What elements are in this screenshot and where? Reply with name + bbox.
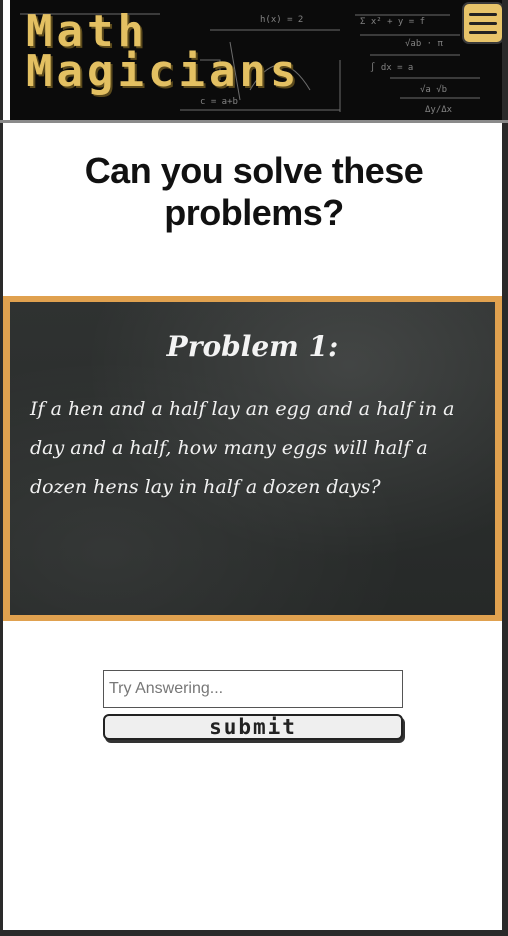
problem-heading: Problem 1: [166,330,339,363]
header-divider [0,120,508,123]
menu-bar [469,12,497,16]
chalkboard: Problem 1: If a hen and a half lay an eg… [10,302,495,615]
submit-button[interactable]: submit [103,714,403,740]
svg-text:c = a+b: c = a+b [200,97,238,107]
problem-text: If a hen and a half lay an egg and a hal… [30,398,455,498]
page-title: Can you solve these problems? [84,150,424,233]
svg-text:√a √b: √a √b [420,84,447,95]
logo-line-2: Magicians [26,46,301,97]
site-logo[interactable]: Math Magicians [26,10,301,97]
chalkboard-frame: Problem 1: If a hen and a half lay an eg… [3,296,502,621]
site-header: Σ x² + y = f √ab · π ∫ dx = a √a √b h(x)… [10,0,502,120]
menu-bar [469,21,497,25]
menu-bar [469,30,497,34]
answer-input[interactable] [103,670,403,708]
hamburger-menu-icon[interactable] [462,2,502,44]
svg-text:Σ x² + y = f: Σ x² + y = f [360,17,425,27]
svg-text:√ab · π: √ab · π [405,38,444,49]
svg-text:Δy/Δx: Δy/Δx [425,105,453,115]
svg-text:∫ dx = a: ∫ dx = a [370,62,413,73]
